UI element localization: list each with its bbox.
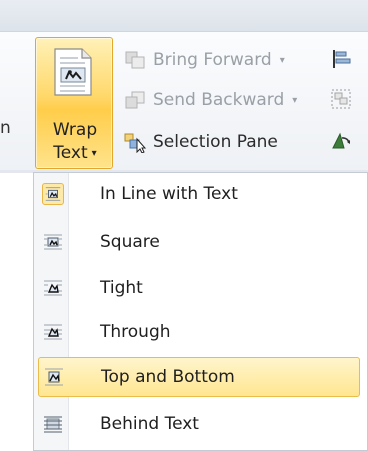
wrap-text-label-line2: Text ▾ — [53, 143, 97, 163]
tight-wrap-icon — [44, 280, 62, 296]
menu-item-square[interactable]: Square — [38, 223, 360, 263]
group-icon[interactable] — [330, 88, 352, 110]
bring-forward-button[interactable]: Bring Forward ▾ — [123, 46, 285, 74]
behind-text-icon — [44, 416, 62, 433]
window-top-strip — [0, 0, 368, 32]
tight-label: Tight — [100, 278, 143, 298]
menu-item-behind-text[interactable]: Behind Text — [38, 405, 360, 445]
menu-item-in-line-with-text[interactable]: In Line with Text — [38, 175, 360, 215]
menu-item-through[interactable]: Through — [38, 313, 360, 353]
in-line-with-text-label: In Line with Text — [100, 184, 238, 204]
bring-forward-label: Bring Forward — [153, 50, 272, 70]
selection-pane-label: Selection Pane — [153, 132, 278, 152]
wrap-text-icon — [54, 48, 92, 96]
selection-pane-icon — [124, 133, 147, 153]
wrap-text-menu: In Line with Text Square Tight Through T… — [33, 172, 368, 451]
top-and-bottom-icon — [45, 368, 63, 386]
through-wrap-icon — [44, 324, 62, 340]
rotate-icon[interactable] — [330, 130, 352, 152]
chevron-down-icon: ▾ — [279, 54, 285, 66]
selection-pane-button[interactable]: Selection Pane — [123, 128, 278, 156]
send-backward-button[interactable]: Send Backward ▾ — [123, 86, 297, 114]
chevron-down-icon: ▾ — [91, 148, 97, 159]
through-label: Through — [100, 322, 171, 342]
send-backward-label: Send Backward — [153, 90, 285, 110]
top-and-bottom-label: Top and Bottom — [101, 367, 235, 387]
square-wrap-icon — [44, 234, 62, 250]
align-icon[interactable] — [330, 48, 352, 70]
wrap-text-button[interactable]: Wrap Text ▾ — [35, 37, 113, 169]
menu-item-top-and-bottom[interactable]: Top and Bottom — [38, 357, 360, 397]
wrap-text-label-line1: Wrap — [52, 120, 98, 140]
truncated-ribbon-label: n — [0, 118, 11, 138]
in-line-with-text-icon — [42, 183, 64, 205]
square-label: Square — [100, 232, 160, 252]
bring-forward-icon — [125, 51, 145, 69]
behind-text-label: Behind Text — [100, 414, 199, 434]
menu-item-tight[interactable]: Tight — [38, 269, 360, 309]
send-backward-icon — [125, 91, 145, 109]
chevron-down-icon: ▾ — [292, 94, 298, 106]
